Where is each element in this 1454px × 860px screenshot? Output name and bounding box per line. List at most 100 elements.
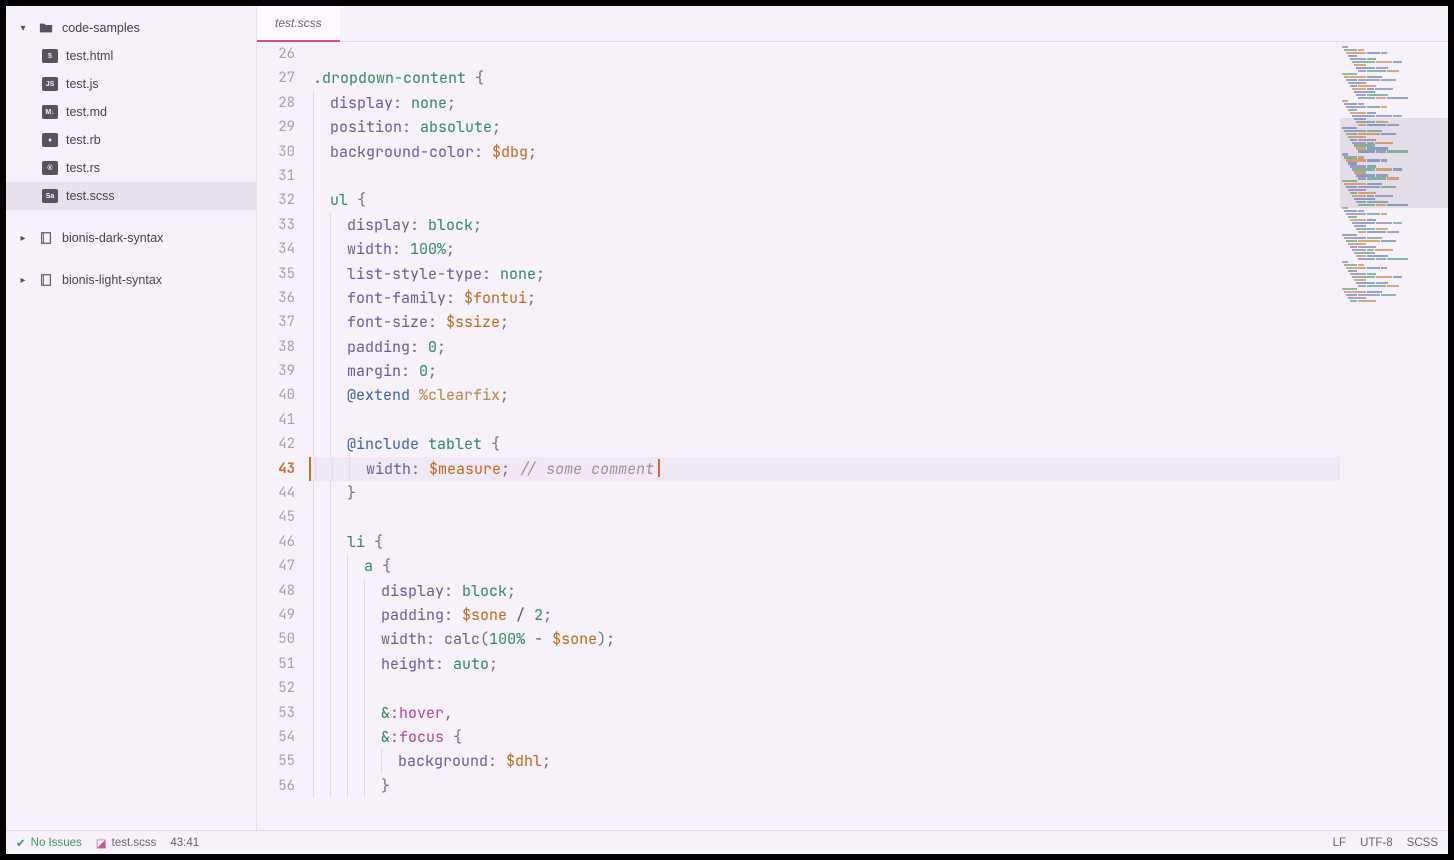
folder-label: bionis-dark-syntax: [62, 231, 163, 245]
line-number: 37: [257, 310, 295, 334]
main-area: ▾ code-samples 5 test.html JStest.js M↓ test…: [6, 6, 1448, 830]
code-line[interactable]: [309, 42, 1340, 66]
code-line[interactable]: [309, 505, 1340, 529]
html5-icon: 5: [42, 48, 58, 64]
line-number: 41: [257, 408, 295, 432]
line-number: 28: [257, 91, 295, 115]
repo-icon: [38, 230, 54, 246]
line-number: 38: [257, 335, 295, 359]
code-line[interactable]: font-family: $fontui;: [309, 286, 1340, 310]
code-line[interactable]: width: $measure; // some comment: [309, 457, 1340, 481]
chevron-right-icon: ▸: [16, 275, 30, 286]
tree-folder-root[interactable]: ▾ code-samples: [6, 14, 256, 42]
rust-icon: ®: [42, 160, 58, 176]
code-line[interactable]: display: block;: [309, 213, 1340, 237]
code-line[interactable]: display: block;: [309, 579, 1340, 603]
code-line[interactable]: list-style-type: none;: [309, 262, 1340, 286]
line-number: 56: [257, 774, 295, 798]
code-line[interactable]: padding: 0;: [309, 335, 1340, 359]
line-number: 45: [257, 505, 295, 529]
line-number: 43: [257, 457, 295, 481]
tree-file-item[interactable]: JStest.js: [6, 70, 256, 98]
code-text-area[interactable]: .dropdown-content {display: none;positio…: [309, 42, 1340, 830]
code-line[interactable]: padding: $sone / 2;: [309, 603, 1340, 627]
code-line[interactable]: }: [309, 774, 1340, 798]
code-line[interactable]: width: 100%;: [309, 237, 1340, 261]
code-line[interactable]: li {: [309, 530, 1340, 554]
folder-label: code-samples: [62, 21, 140, 35]
line-number: 52: [257, 676, 295, 700]
file-label: test.scss: [66, 189, 115, 203]
text-cursor: [658, 459, 660, 477]
file-label: test.rs: [66, 161, 100, 175]
line-number: 55: [257, 749, 295, 773]
tree-file-item[interactable]: Satest.scss: [6, 182, 256, 210]
file-label: test.rb: [66, 133, 101, 147]
code-line[interactable]: [309, 408, 1340, 432]
code-line[interactable]: @extend %clearfix;: [309, 383, 1340, 407]
tree-file-item[interactable]: M↓ test.md: [6, 98, 256, 126]
code-line[interactable]: display: none;: [309, 91, 1340, 115]
status-encoding[interactable]: UTF-8: [1360, 837, 1393, 849]
code-line[interactable]: height: auto;: [309, 652, 1340, 676]
line-number: 48: [257, 579, 295, 603]
code-line[interactable]: background: $dhl;: [309, 749, 1340, 773]
code-line[interactable]: background-color: $dbg;: [309, 140, 1340, 164]
line-number: 54: [257, 725, 295, 749]
file-label: test.md: [66, 105, 107, 119]
tree-file-item[interactable]: ♦ test.rb: [6, 126, 256, 154]
file-label: test.html: [66, 49, 113, 63]
line-number: 29: [257, 115, 295, 139]
line-number: 26: [257, 42, 295, 66]
status-file-label: test.scss: [112, 837, 157, 849]
tree-file-list: 5 test.html JStest.js M↓ test.md ♦ test.rb ® tes…: [6, 42, 256, 210]
status-bar: ✔ No Issues ◪ test.scss 43:41 LF UTF-8 S…: [6, 830, 1448, 854]
code-line[interactable]: &:focus {: [309, 725, 1340, 749]
tree-folder-item[interactable]: ▸ bionis-dark-syntax: [6, 224, 256, 252]
minimap[interactable]: [1340, 42, 1448, 830]
line-number: 31: [257, 164, 295, 188]
line-number: 42: [257, 432, 295, 456]
line-number: 53: [257, 701, 295, 725]
status-issues-label: No Issues: [31, 837, 82, 849]
editor-body[interactable]: 2627282930313233343536373839404142434445…: [257, 42, 1448, 830]
line-number: 50: [257, 627, 295, 651]
line-number: 40: [257, 383, 295, 407]
code-line[interactable]: ul {: [309, 188, 1340, 212]
file-label: test.js: [66, 77, 99, 91]
chevron-right-icon: ▸: [16, 233, 30, 244]
folder-icon: [38, 20, 54, 36]
code-line[interactable]: &:hover,: [309, 701, 1340, 725]
status-file[interactable]: ◪ test.scss: [96, 836, 157, 850]
ruby-icon: ♦: [42, 132, 58, 148]
code-line[interactable]: [309, 164, 1340, 188]
status-position-label: 43:41: [170, 837, 199, 849]
code-line[interactable]: [309, 676, 1340, 700]
tree-folder-item[interactable]: ▸ bionis-light-syntax: [6, 266, 256, 294]
line-number: 35: [257, 262, 295, 286]
line-number: 49: [257, 603, 295, 627]
code-line[interactable]: @include tablet {: [309, 432, 1340, 456]
status-issues[interactable]: ✔ No Issues: [16, 836, 82, 850]
status-language[interactable]: SCSS: [1407, 837, 1438, 849]
line-number: 51: [257, 652, 295, 676]
tree-file-item[interactable]: 5 test.html: [6, 42, 256, 70]
line-number: 27: [257, 66, 295, 90]
code-line[interactable]: .dropdown-content {: [309, 66, 1340, 90]
md-icon: M↓: [42, 104, 58, 120]
code-line[interactable]: position: absolute;: [309, 115, 1340, 139]
status-cursor-position[interactable]: 43:41: [170, 837, 199, 849]
git-branch-icon: ◪: [96, 836, 107, 850]
status-line-ending[interactable]: LF: [1333, 837, 1346, 849]
code-line[interactable]: font-size: $ssize;: [309, 310, 1340, 334]
code-line[interactable]: margin: 0;: [309, 359, 1340, 383]
tab-file[interactable]: test.scss: [257, 6, 340, 42]
line-number: 44: [257, 481, 295, 505]
code-line[interactable]: a {: [309, 554, 1340, 578]
tree-file-item[interactable]: ® test.rs: [6, 154, 256, 182]
line-number: 32: [257, 188, 295, 212]
code-line[interactable]: width: calc(100% - $sone);: [309, 627, 1340, 651]
folder-label: bionis-light-syntax: [62, 273, 162, 287]
line-number: 39: [257, 359, 295, 383]
code-line[interactable]: }: [309, 481, 1340, 505]
